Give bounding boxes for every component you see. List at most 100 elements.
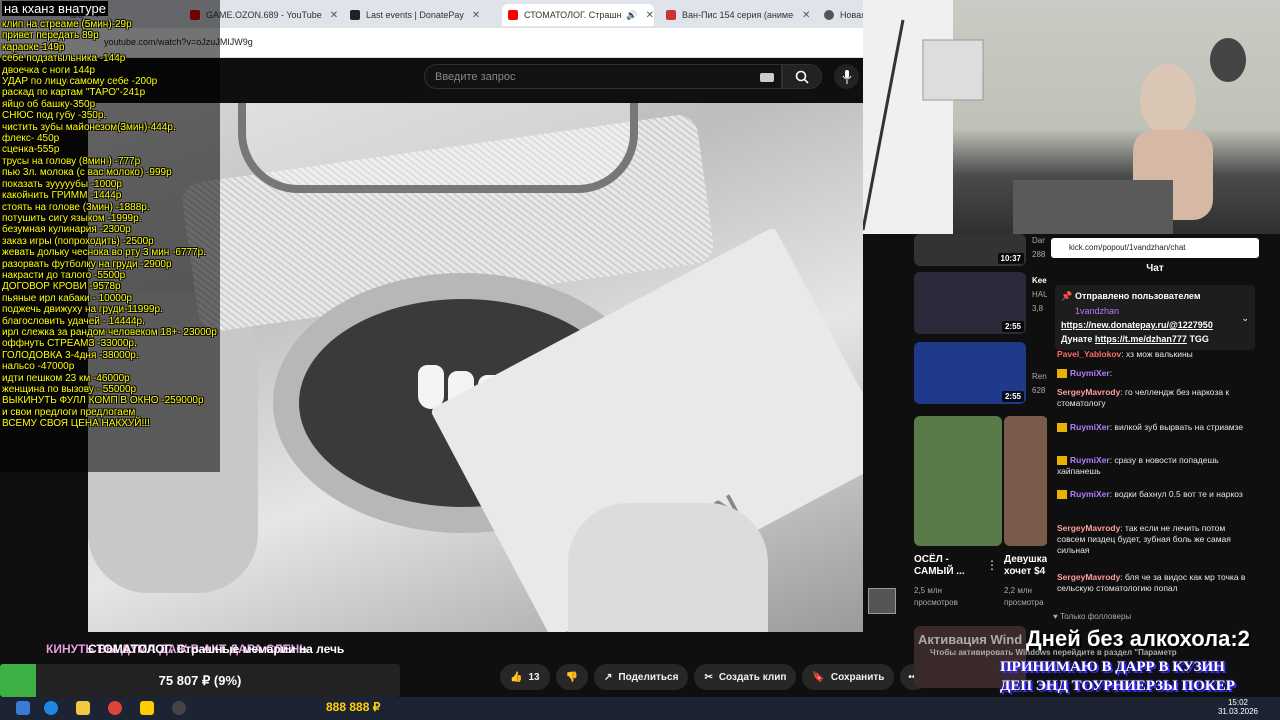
share-icon: ↗ xyxy=(604,671,613,683)
chat-text: водки бахнул 0.5 вот те и наркоз xyxy=(1114,489,1243,499)
chat-username[interactable]: Pavel_Yablokov xyxy=(1057,349,1121,359)
chat-message[interactable]: RuymiXer: xyxy=(1057,368,1255,379)
search-button[interactable] xyxy=(782,64,822,89)
donation-item: ДОГОВОР КРОВИ -9578р xyxy=(2,281,121,293)
donation-item: благословить удачей - 14444р. xyxy=(2,315,145,327)
donation-item: поджечь движуху на груди-11999р. xyxy=(2,304,163,316)
dislike-button[interactable]: 👎 xyxy=(555,664,589,690)
scissors-icon: ✂ xyxy=(704,671,713,683)
keyboard-icon[interactable] xyxy=(760,73,774,82)
close-icon[interactable]: ✕ xyxy=(472,10,480,21)
chrome-icon[interactable] xyxy=(108,701,122,715)
search-input[interactable]: Введите запрос xyxy=(424,64,782,89)
chat-text: хз мож валькины xyxy=(1126,349,1193,359)
tab-new[interactable]: Новая xyxy=(824,4,863,26)
donation-item: раскад по картам "ТАРО"-241р xyxy=(2,87,146,99)
related-video-girl[interactable] xyxy=(1004,416,1048,546)
donation-item: СНЮС под губу -350р. xyxy=(2,110,107,122)
close-icon[interactable]: ✕ xyxy=(802,10,810,21)
chat-username[interactable]: SergeyMavrody xyxy=(1057,572,1120,582)
related-video-2[interactable]: 2:55 xyxy=(914,272,1026,334)
chat-text: вилкой зуб вырвать на стриамзе xyxy=(1114,422,1244,432)
tooth xyxy=(418,365,444,409)
chat-username[interactable]: RuymiXer xyxy=(1070,368,1110,378)
glove-image xyxy=(568,503,768,632)
thumbs-up-icon: 👍 xyxy=(510,671,523,683)
donation-item: пью 3л. молока (с вас молоко) -999р xyxy=(2,167,172,179)
globe-icon xyxy=(824,10,834,20)
donation-item: разорвать футболку на груди -2900р xyxy=(2,258,172,270)
banner-2: ДЕП ЭНД ТОУРНИЕРЗЫ ПОКЕР xyxy=(1000,678,1235,694)
donation-item: оффнуть СТРЕАМЗ -33000р. xyxy=(2,338,137,350)
donation-item: заказ игры (попроходить) -2500р xyxy=(2,235,154,247)
edge-icon[interactable] xyxy=(44,701,58,715)
related-video-3[interactable]: 2:55 xyxy=(914,342,1026,404)
chat-message[interactable]: Pavel_Yablokov: хз мож валькины xyxy=(1057,349,1255,360)
donatepay-icon xyxy=(350,10,360,20)
donation-item: привет передать 89р xyxy=(2,30,99,42)
windows-start-icon[interactable] xyxy=(16,701,30,715)
donation-item: потушить сигу языком -1999р. xyxy=(2,212,142,224)
obs-icon[interactable] xyxy=(172,701,186,715)
app-icon[interactable] xyxy=(140,701,154,715)
banner-1: ПРИНИМАЮ В ДАРР В КУЗИН xyxy=(1000,659,1225,675)
windows-taskbar xyxy=(0,697,1280,720)
video-actions: 👍 13 👎 ↗ Поделиться ✂ Создать клип 🔖 Сохрани… xyxy=(500,664,927,690)
chat-message[interactable]: RuymiXer: водки бахнул 0.5 вот те и нарк… xyxy=(1057,489,1255,500)
folder-icon[interactable] xyxy=(76,701,90,715)
chat-username[interactable]: RuymiXer xyxy=(1070,489,1110,499)
like-button[interactable]: 👍 13 xyxy=(500,664,550,690)
related-title[interactable]: ОСЁЛ - САМЫЙ ... xyxy=(914,554,978,578)
more-vert-icon[interactable]: ⋮ xyxy=(986,558,998,572)
close-icon[interactable]: ✕ xyxy=(330,10,338,21)
chevron-down-icon[interactable]: ⌄ xyxy=(1241,313,1249,324)
clip-button[interactable]: ✂ Создать клип xyxy=(694,664,797,690)
chat-username[interactable]: RuymiXer xyxy=(1070,422,1110,432)
share-button[interactable]: ↗ Поделиться xyxy=(594,664,689,690)
donation-item: УДАР по лицу самому себе -200р xyxy=(2,76,158,88)
chat-message[interactable]: SergeyMavrody: бля че за видос как мр то… xyxy=(1057,572,1255,594)
speaker-icon[interactable]: 🔊 xyxy=(626,10,637,21)
windows-activate: Активация Wind xyxy=(918,632,1023,647)
donation-item: накрасти до талого -5500р xyxy=(2,269,126,281)
pinned-message[interactable]: 📌 Отправлено пользователем 1vandzhan htt… xyxy=(1055,285,1255,350)
donate-link[interactable]: https://new.donatepay.ru/@1227950 xyxy=(1061,320,1213,330)
donation-item: жевать дольку чеснока во рту 3 мин -6777… xyxy=(2,247,207,259)
save-button[interactable]: 🔖 Сохранить xyxy=(802,664,895,690)
chat-message[interactable]: RuymiXer: вилкой зуб вырвать на стриамзе xyxy=(1057,422,1255,433)
counter-text: 888 888 ₽ xyxy=(326,700,381,714)
chat-message[interactable]: SergeyMavrody: го челлендж без наркоза к… xyxy=(1057,387,1255,409)
donation-item: трусы на голову (8мин ) -777р xyxy=(2,155,141,167)
donation-item: яйцо об башку-350р xyxy=(2,98,96,110)
related-video-donkey[interactable] xyxy=(914,416,1002,546)
chat-message[interactable]: RuymiXer: сразу в новости попадешь хайпа… xyxy=(1057,455,1255,477)
close-icon[interactable]: ✕ xyxy=(646,10,654,21)
chat-message[interactable]: SergeyMavrody: так если не лечить потом … xyxy=(1057,523,1255,556)
taskbar-clock[interactable]: 15:02 31.03.2026 xyxy=(1216,698,1260,716)
chat-username[interactable]: RuymiXer xyxy=(1070,455,1110,465)
donation-list-overlay: на кханз внатуре клип на стреаме (5мин)-… xyxy=(0,0,220,472)
tab-onepiece[interactable]: Ван-Пис 154 серия (аниме-се ✕ xyxy=(666,4,816,26)
donation-item: себе подзатыльника -144р xyxy=(2,53,126,65)
donation-item: двоечка с ноги 144р xyxy=(2,64,96,76)
related-title[interactable]: Девушка хочет $4 xyxy=(1004,554,1050,578)
chat-address-bar[interactable]: kick.com/popout/1vandzhan/chat xyxy=(1051,238,1259,258)
webcam-feed xyxy=(863,0,1280,234)
subscriber-badge-icon xyxy=(1057,423,1067,433)
donation-item: флекс- 450р xyxy=(2,133,60,145)
chat-username[interactable]: SergeyMavrody xyxy=(1057,387,1120,397)
mic-button[interactable] xyxy=(834,64,859,89)
streamer-avatar-thumb[interactable] xyxy=(868,588,896,614)
donation-item: ВСЕМУ СВОЯ ЦЕНА НАКХУЙ!!! xyxy=(2,418,150,430)
tab-donatepay[interactable]: Last events | DonatePay ✕ xyxy=(350,4,500,26)
chat-separator: : xyxy=(1109,368,1113,378)
video-title-ticker: СТОМАТОЛОГ. Страшные мемарии на лечь xyxy=(88,642,345,656)
telegram-link[interactable]: https://t.me/dzhan777 xyxy=(1095,334,1187,344)
tab-active-video[interactable]: СТОМАТОЛОГ. Страшные 🔊 ✕ xyxy=(502,4,654,26)
search-icon xyxy=(795,70,809,84)
chat-username[interactable]: SergeyMavrody xyxy=(1057,523,1120,533)
subscriber-badge-icon xyxy=(1057,369,1067,379)
donation-item: какойнить ГРИММ -1444р xyxy=(2,190,122,202)
related-video-1[interactable]: 10:37 xyxy=(914,234,1026,266)
glasses-image xyxy=(238,103,638,193)
